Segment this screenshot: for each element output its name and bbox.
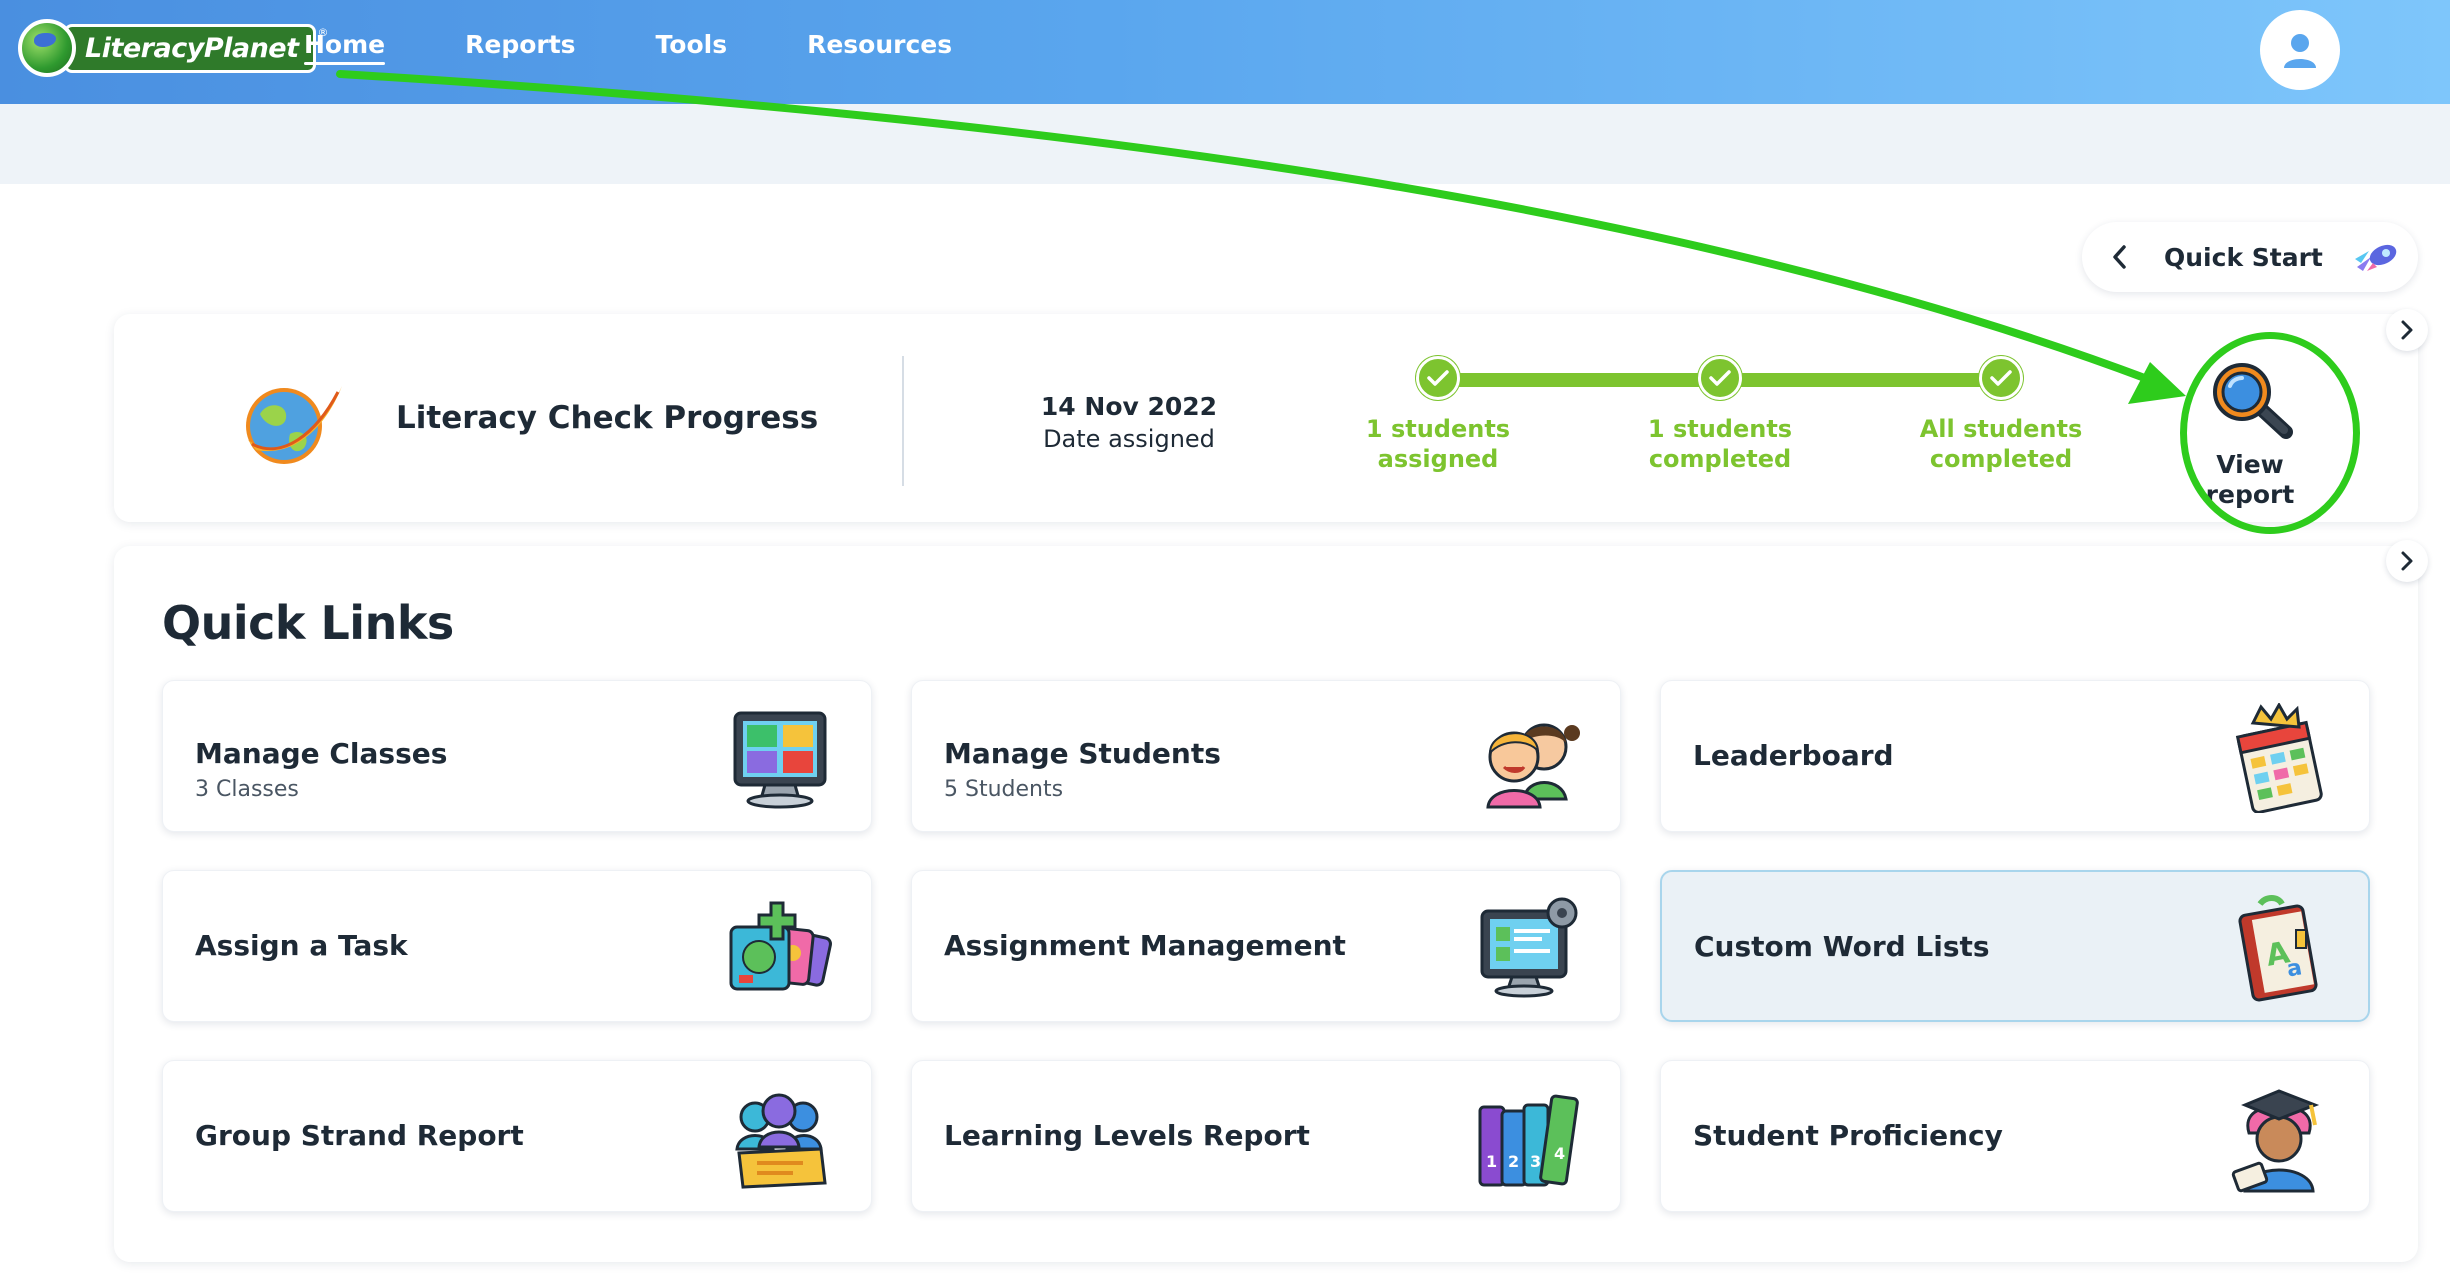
- quick-link-custom-word-lists[interactable]: Custom Word Lists A a: [1660, 870, 2370, 1022]
- user-icon: [2284, 34, 2316, 68]
- step-label-line2: assigned: [1377, 445, 1499, 473]
- quick-link-group-strand-report[interactable]: Group Strand Report: [162, 1060, 872, 1212]
- step-students-completed: 1 students completed: [1595, 356, 1845, 474]
- date-assigned-label: Date assigned: [1043, 425, 1215, 453]
- svg-text:2: 2: [1508, 1152, 1519, 1171]
- card-title: Assignment Management: [944, 929, 1346, 962]
- quick-start-button[interactable]: Quick Start: [2082, 222, 2418, 292]
- step-label: 1 students completed: [1595, 414, 1845, 474]
- step-students-assigned: 1 students assigned: [1313, 356, 1563, 474]
- literacy-check-progress-card: Literacy Check Progress 14 Nov 2022 Date…: [114, 314, 2418, 522]
- group-report-icon: [735, 1093, 827, 1189]
- card-title: Manage Students: [944, 737, 1221, 770]
- literacyplanet-logo[interactable]: LiteracyPlanet ®: [18, 16, 329, 80]
- card-title: Learning Levels Report: [944, 1119, 1310, 1152]
- progress-divider: [902, 356, 904, 486]
- date-assigned-value: 14 Nov 2022: [1040, 392, 1218, 421]
- quick-link-student-proficiency[interactable]: Student Proficiency: [1660, 1060, 2370, 1212]
- globe-logo-icon: [18, 19, 76, 77]
- chevron-left-icon: [2113, 245, 2126, 269]
- check-icon: [1416, 356, 1460, 400]
- nav-resources[interactable]: Resources: [807, 30, 952, 65]
- svg-text:4: 4: [1554, 1144, 1565, 1163]
- card-title: Leaderboard: [1693, 739, 1894, 772]
- svg-text:3: 3: [1530, 1152, 1541, 1171]
- top-navigation-bar: LiteracyPlanet ® Home Reports Tools Reso…: [0, 0, 2450, 104]
- main-nav: Home Reports Tools Resources: [304, 30, 1032, 65]
- books-levels-icon: 1 2 3 4: [1478, 1094, 1579, 1187]
- progress-title: Literacy Check Progress: [396, 400, 819, 436]
- step-all-students-completed: All students completed: [1876, 356, 2126, 474]
- step-label: All students completed: [1876, 414, 2126, 474]
- user-avatar-button[interactable]: [2260, 10, 2340, 90]
- chevron-right-icon: [2401, 551, 2413, 571]
- step-label-line1: 1 students: [1647, 415, 1793, 443]
- progress-next-arrow[interactable]: [2386, 309, 2428, 351]
- assign-task-icon: [729, 901, 832, 991]
- card-subtitle: 3 Classes: [195, 777, 299, 802]
- graduate-icon: [2231, 1089, 2320, 1193]
- step-label-line2: completed: [1929, 445, 2073, 473]
- check-icon: [1979, 356, 2023, 400]
- quick-link-learning-levels-report[interactable]: Learning Levels Report 1 2 3 4: [911, 1060, 1621, 1212]
- step-label: 1 students assigned: [1313, 414, 1563, 474]
- quick-link-assign-a-task[interactable]: Assign a Task: [162, 870, 872, 1022]
- quick-link-assignment-management[interactable]: Assignment Management: [911, 870, 1621, 1022]
- quick-links-panel: Quick Links Manage Classes 3 Classes Man…: [114, 546, 2418, 1262]
- planet-swoosh-icon: [246, 386, 342, 464]
- quick-links-title: Quick Links: [162, 596, 454, 650]
- svg-text:1: 1: [1486, 1152, 1497, 1171]
- card-title: Student Proficiency: [1693, 1119, 2003, 1152]
- card-title: Group Strand Report: [195, 1119, 524, 1152]
- quick-link-manage-students[interactable]: Manage Students 5 Students: [911, 680, 1621, 832]
- check-icon: [1698, 356, 1742, 400]
- assignment-monitor-icon: [1480, 897, 1578, 998]
- view-report-highlight-ring: [2180, 332, 2360, 534]
- step-label-line2: completed: [1648, 445, 1792, 473]
- leaderboard-icon: [2235, 703, 2323, 813]
- card-title: Manage Classes: [195, 737, 448, 770]
- quick-links-next-arrow[interactable]: [2386, 540, 2428, 582]
- step-label-line1: All students: [1919, 415, 2083, 443]
- quick-start-label: Quick Start: [2164, 242, 2323, 272]
- nav-home[interactable]: Home: [304, 30, 386, 65]
- sub-header-bar: [0, 104, 2450, 184]
- students-icon: [1486, 723, 1580, 809]
- quick-link-leaderboard[interactable]: Leaderboard: [1660, 680, 2370, 832]
- nav-tools[interactable]: Tools: [656, 30, 728, 65]
- chevron-right-icon: [2401, 320, 2413, 340]
- card-title: Assign a Task: [195, 929, 408, 962]
- word-list-book-icon: A a: [2238, 895, 2318, 1002]
- rocket-icon: [2354, 244, 2397, 271]
- quick-link-manage-classes[interactable]: Manage Classes 3 Classes: [162, 680, 872, 832]
- step-label-line1: 1 students: [1365, 415, 1511, 443]
- card-subtitle: 5 Students: [944, 777, 1064, 802]
- nav-reports[interactable]: Reports: [465, 30, 575, 65]
- card-title: Custom Word Lists: [1694, 930, 1990, 963]
- classroom-monitor-icon: [733, 711, 827, 809]
- logo-text: LiteracyPlanet: [64, 23, 316, 73]
- date-assigned-block: 14 Nov 2022 Date assigned: [1014, 392, 1244, 453]
